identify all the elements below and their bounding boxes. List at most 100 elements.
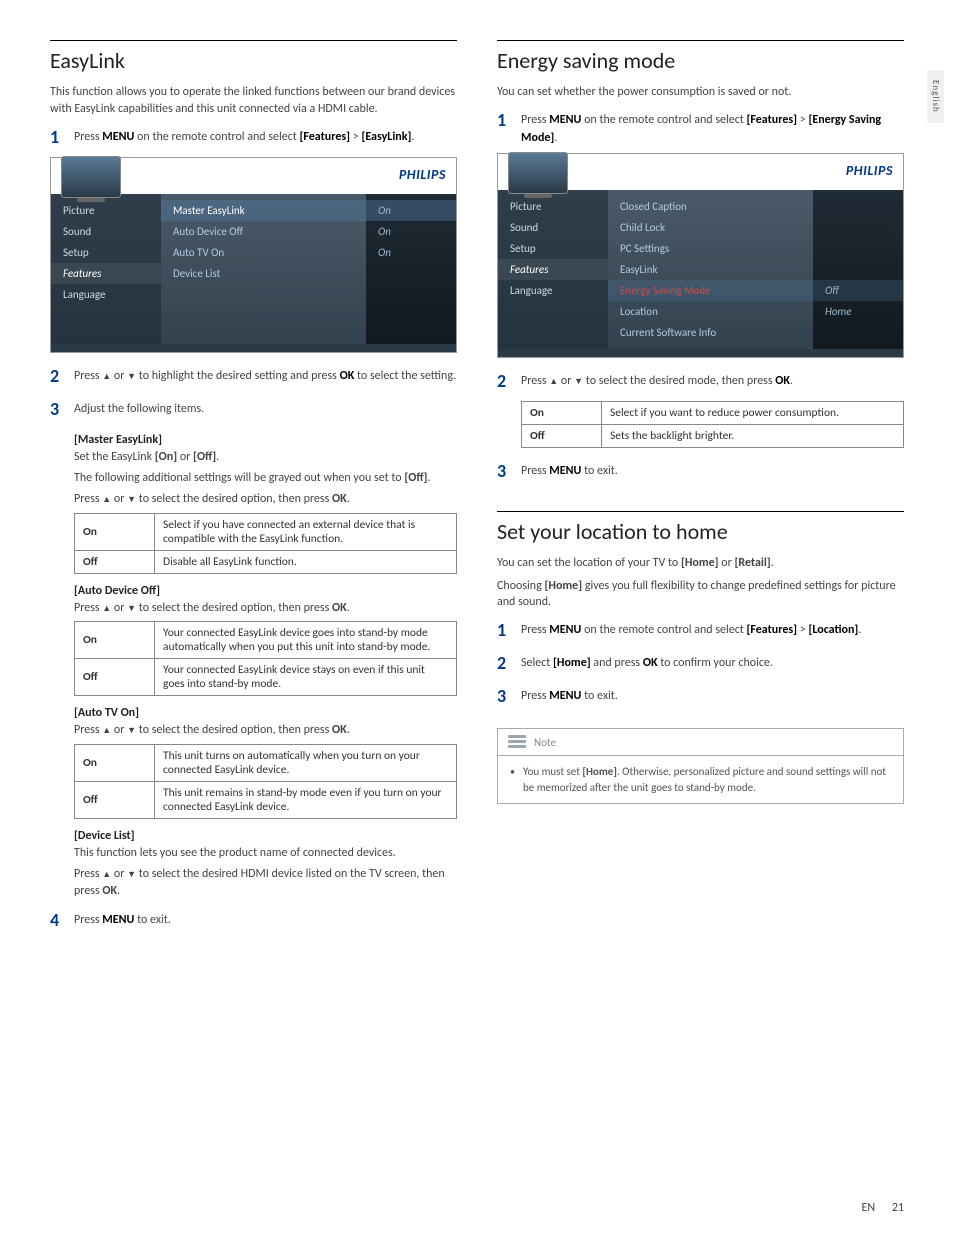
step-number: 3: [497, 683, 511, 710]
menu-value: Home: [813, 301, 903, 322]
step-number: 4: [50, 907, 64, 934]
body-text: This function lets you see the product n…: [74, 845, 457, 862]
table-row: OnSelect if you have connected an extern…: [75, 513, 457, 550]
menu-item: Location: [608, 301, 813, 322]
step-number: 2: [497, 368, 511, 395]
table-row: OffYour connected EasyLink device stays …: [75, 659, 457, 696]
arrow-up-icon: [102, 601, 111, 615]
heading-energy: Energy saving mode: [497, 40, 904, 74]
step-text: Select [Home] and press OK to confirm yo…: [521, 650, 904, 677]
tv-sidebar: Picture Sound Setup Features Language: [51, 194, 161, 344]
menu-value: [813, 238, 903, 259]
step-text: Adjust the following items.: [74, 396, 457, 423]
step-text: Press MENU on the remote control and sel…: [521, 107, 904, 147]
menu-value: [813, 217, 903, 238]
step-text: Press MENU to exit.: [74, 907, 457, 934]
sub-master-head: [Master EasyLink]: [74, 433, 457, 447]
sidebar-item-features: Features: [51, 263, 161, 284]
footer-page: 21: [892, 1201, 904, 1215]
sidebar-item-language: Language: [51, 284, 161, 305]
step-text: Press MENU on the remote control and sel…: [74, 124, 457, 151]
heading-easylink: EasyLink: [50, 40, 457, 74]
language-tab: English: [927, 70, 944, 123]
body-text: Press or to select the desired HDMI devi…: [74, 866, 457, 901]
option-table-auto-off: OnYour connected EasyLink device goes in…: [74, 621, 457, 696]
arrow-down-icon: [127, 601, 136, 615]
energy-intro: You can set whether the power consumptio…: [497, 84, 904, 101]
menu-item: Child Lock: [608, 217, 813, 238]
table-row: OffDisable all EasyLink function.: [75, 550, 457, 573]
arrow-down-icon: [127, 723, 136, 737]
step-number: 1: [50, 124, 64, 151]
menu-item: Auto Device Off: [161, 221, 366, 242]
brand-logo: PHILIPS: [399, 166, 446, 183]
menu-value: Off: [813, 280, 903, 301]
menu-item: Closed Caption: [608, 196, 813, 217]
menu-item: Master EasyLink: [161, 200, 366, 221]
step-text: Press or to highlight the desired settin…: [74, 363, 457, 390]
option-table-master: OnSelect if you have connected an extern…: [74, 513, 457, 574]
sidebar-item-features: Features: [498, 259, 608, 280]
option-table-energy: OnSelect if you want to reduce power con…: [521, 401, 904, 448]
table-row: OnYour connected EasyLink device goes in…: [75, 622, 457, 659]
menu-item: Current Software Info: [608, 322, 813, 343]
table-row: OnThis unit turns on automatically when …: [75, 744, 457, 781]
brand-logo: PHILIPS: [846, 162, 893, 179]
sidebar-item-sound: Sound: [51, 221, 161, 242]
arrow-down-icon: [574, 374, 583, 388]
table-row: OffSets the backlight brighter.: [522, 424, 904, 447]
arrow-up-icon: [102, 723, 111, 737]
tv-menu-energy: PHILIPS Picture Sound Setup Features Lan…: [497, 153, 904, 358]
step-number: 3: [50, 396, 64, 423]
step-text: Press or to select the desired mode, the…: [521, 368, 904, 395]
menu-value: [813, 259, 903, 280]
menu-value: [366, 263, 456, 271]
sidebar-item-sound: Sound: [498, 217, 608, 238]
menu-value: On: [366, 221, 456, 242]
menu-item: EasyLink: [608, 259, 813, 280]
tv-menu-easylink: PHILIPS Picture Sound Setup Features Lan…: [50, 157, 457, 353]
sub-auto-off-head: [Auto Device Off]: [74, 584, 457, 598]
step-number: 2: [497, 650, 511, 677]
footer-lang: EN: [862, 1201, 876, 1215]
arrow-down-icon: [127, 867, 136, 881]
note-title: Note: [534, 736, 556, 749]
sidebar-item-picture: Picture: [498, 196, 608, 217]
menu-value: On: [366, 200, 456, 221]
arrow-down-icon: [127, 492, 136, 506]
sidebar-item-language: Language: [498, 280, 608, 301]
arrow-up-icon: [102, 369, 111, 383]
table-row: OffThis unit remains in stand-by mode ev…: [75, 781, 457, 818]
note-box: Note • You must set [Home]. Otherwise, p…: [497, 728, 904, 804]
sidebar-item-setup: Setup: [51, 242, 161, 263]
tv-icon: [508, 152, 568, 194]
menu-item: PC Settings: [608, 238, 813, 259]
page-footer: EN 21: [862, 1201, 905, 1215]
easylink-intro: This function allows you to operate the …: [50, 84, 457, 118]
body-text: Press or to select the desired option, t…: [74, 600, 457, 617]
body-text: You can set the location of your TV to […: [497, 555, 904, 572]
menu-value: On: [366, 242, 456, 263]
sidebar-item-picture: Picture: [51, 200, 161, 221]
menu-value: [813, 196, 903, 217]
tv-icon: [61, 156, 121, 198]
tv-sidebar: Picture Sound Setup Features Language: [498, 190, 608, 349]
step-text: Press MENU to exit.: [521, 458, 904, 485]
menu-value: [813, 322, 903, 343]
step-number: 1: [497, 617, 511, 644]
arrow-down-icon: [127, 369, 136, 383]
step-text: Press MENU to exit.: [521, 683, 904, 710]
note-body: You must set [Home]. Otherwise, personal…: [523, 764, 891, 795]
left-column: EasyLink This function allows you to ope…: [50, 40, 457, 940]
arrow-up-icon: [102, 492, 111, 506]
menu-item: Auto TV On: [161, 242, 366, 263]
sub-autotv-head: [Auto TV On]: [74, 706, 457, 720]
sidebar-item-setup: Setup: [498, 238, 608, 259]
table-row: OnSelect if you want to reduce power con…: [522, 401, 904, 424]
body-text: The following additional settings will b…: [74, 470, 457, 487]
body-text: Set the EasyLink [On] or [Off].: [74, 449, 457, 466]
step-number: 2: [50, 363, 64, 390]
step-number: 3: [497, 458, 511, 485]
step-text: Press MENU on the remote control and sel…: [521, 617, 904, 644]
right-column: Energy saving mode You can set whether t…: [497, 40, 904, 940]
